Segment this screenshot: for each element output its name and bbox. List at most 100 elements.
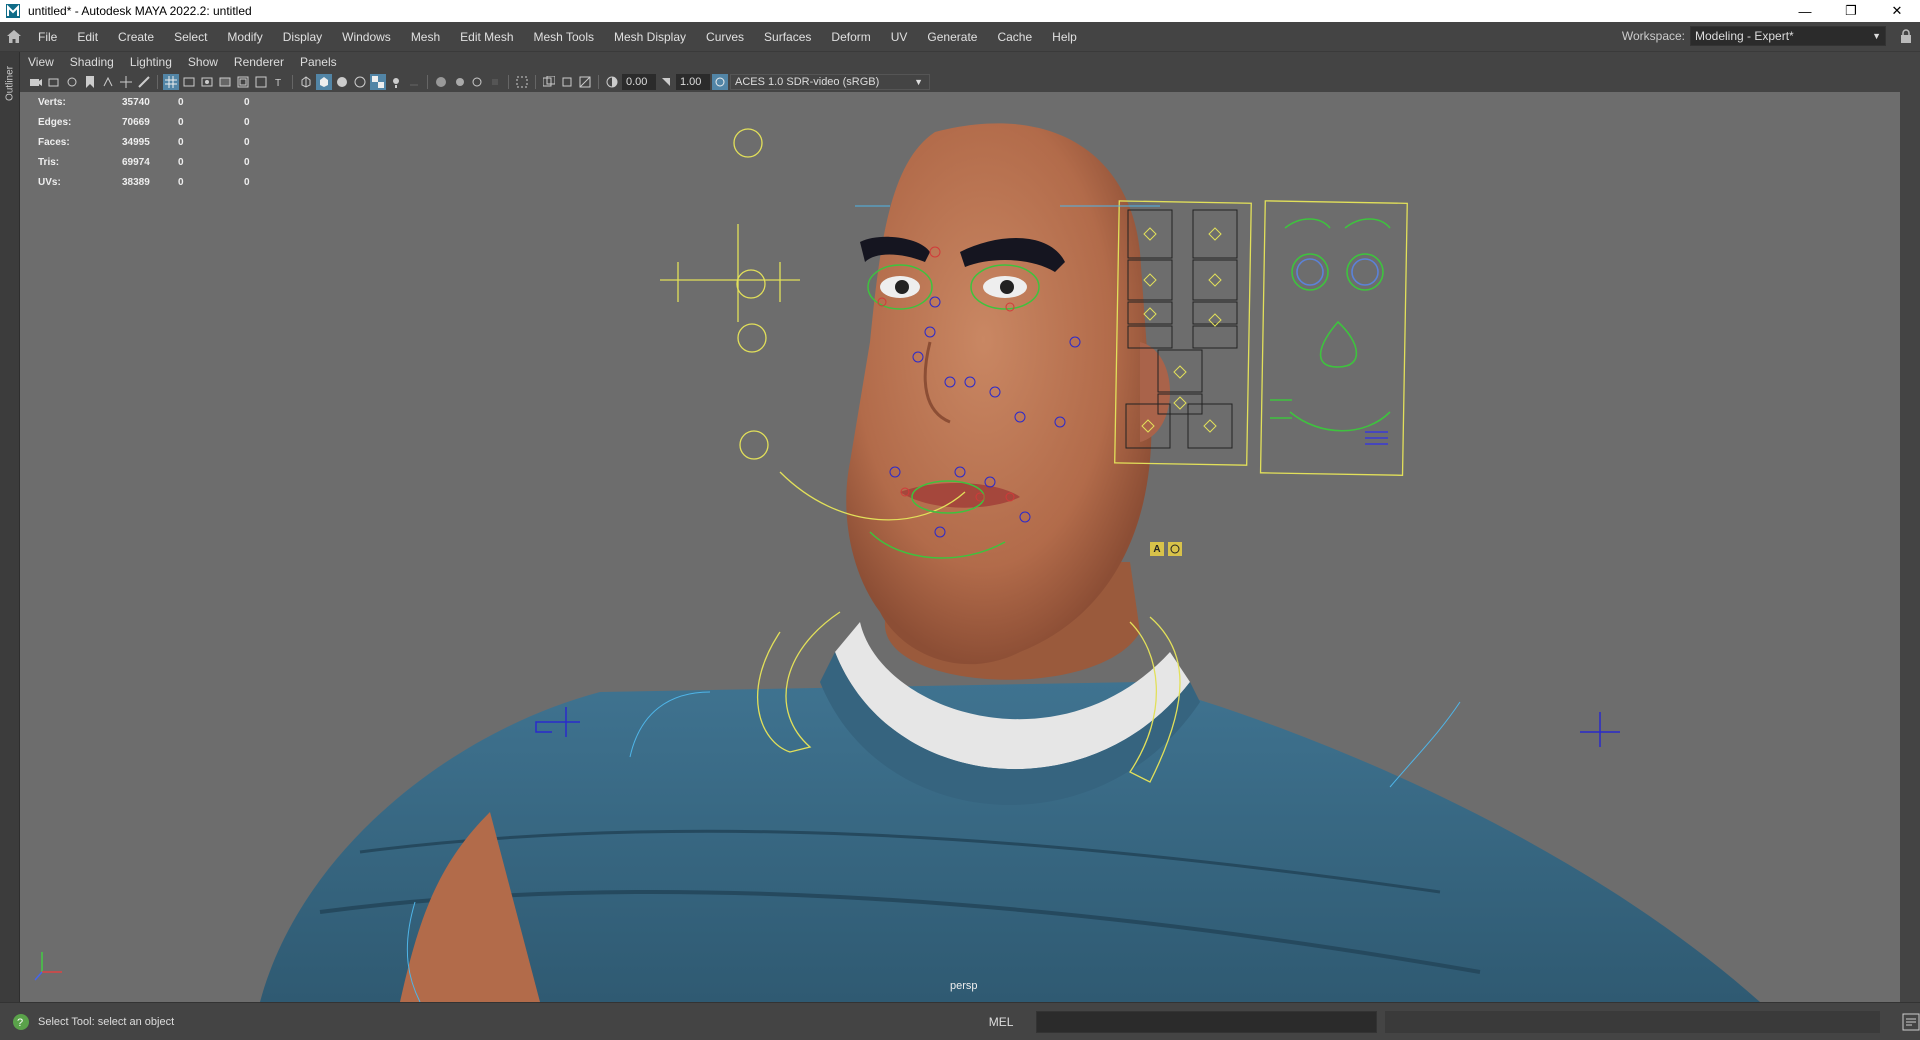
panel-menu-shading[interactable]: Shading — [62, 55, 122, 69]
safe-action-icon[interactable] — [253, 74, 269, 90]
camera-icon[interactable] — [28, 74, 44, 90]
backface-culling-icon[interactable] — [577, 74, 593, 90]
camera-attributes-icon[interactable] — [64, 74, 80, 90]
title-bar: untitled* - Autodesk MAYA 2022.2: untitl… — [0, 0, 1920, 22]
view-transform-value: ACES 1.0 SDR-video (sRGB) — [735, 76, 880, 88]
panel-menu-view[interactable]: View — [20, 55, 62, 69]
image-plane-icon[interactable] — [100, 74, 116, 90]
wireframe-icon[interactable] — [298, 74, 314, 90]
toolbar-divider — [508, 75, 509, 89]
panel-menu-show[interactable]: Show — [180, 55, 226, 69]
poly-count-hud: Verts: 35740 0 0 Edges: 70669 0 0 Faces:… — [38, 92, 310, 192]
close-icon[interactable]: ✕ — [1874, 0, 1920, 22]
hud-row-edges: Edges: 70669 0 0 — [38, 116, 250, 128]
field-chart-icon[interactable] — [235, 74, 251, 90]
safe-title-icon[interactable]: T — [271, 74, 287, 90]
workspace-value: Modeling - Expert* — [1695, 29, 1794, 43]
face-panel-smile-icon[interactable] — [1168, 542, 1182, 556]
toolbar-divider — [427, 75, 428, 89]
menu-help[interactable]: Help — [1042, 22, 1087, 52]
gate-mask-icon[interactable] — [217, 74, 233, 90]
menu-surfaces[interactable]: Surfaces — [754, 22, 821, 52]
panel-menubar: View Shading Lighting Show Renderer Pane… — [20, 52, 1900, 72]
default-material-icon[interactable] — [334, 74, 350, 90]
restore-icon[interactable]: ❐ — [1828, 0, 1874, 22]
help-line-text: Select Tool: select an object — [38, 1015, 175, 1028]
menu-windows[interactable]: Windows — [332, 22, 401, 52]
chevron-down-icon: ▼ — [914, 77, 923, 87]
mel-label[interactable]: MEL — [989, 1015, 1037, 1029]
motion-blur-icon[interactable] — [451, 74, 467, 90]
panel-toolbar: T 0.00 1.00 ACES 1.0 SDR-video (sRGB) ▼ — [20, 72, 1900, 92]
shadows-icon[interactable] — [406, 74, 422, 90]
hud-row-verts: Verts: 35740 0 0 — [38, 96, 250, 108]
menu-edit-mesh[interactable]: Edit Mesh — [450, 22, 523, 52]
viewport-persp[interactable]: Verts: 35740 0 0 Edges: 70669 0 0 Faces:… — [20, 92, 1900, 1002]
menu-display[interactable]: Display — [273, 22, 332, 52]
help-check-icon: ? — [12, 1013, 30, 1031]
anti-aliasing-icon[interactable] — [469, 74, 485, 90]
panel-menu-lighting[interactable]: Lighting — [122, 55, 180, 69]
exposure-icon[interactable] — [604, 74, 620, 90]
menu-file[interactable]: File — [28, 22, 67, 52]
command-result-field — [1384, 1010, 1880, 1033]
home-icon[interactable] — [0, 22, 28, 52]
depth-of-field-icon[interactable] — [487, 74, 503, 90]
window-title: untitled* - Autodesk MAYA 2022.2: untitl… — [28, 4, 252, 18]
command-line-input[interactable] — [1036, 1010, 1377, 1033]
gamma-icon[interactable] — [658, 74, 674, 90]
screen-space-ao-icon[interactable] — [433, 74, 449, 90]
exposure-field[interactable]: 0.00 — [622, 74, 656, 90]
resolution-gate-icon[interactable] — [199, 74, 215, 90]
workspace-dropdown[interactable]: Modeling - Expert* ▼ — [1690, 26, 1886, 46]
isolate-select-icon[interactable] — [514, 74, 530, 90]
hud-row-tris: Tris: 69974 0 0 — [38, 156, 250, 168]
menu-uv[interactable]: UV — [881, 22, 918, 52]
film-gate-icon[interactable] — [181, 74, 197, 90]
menu-generate[interactable]: Generate — [917, 22, 987, 52]
menu-select[interactable]: Select — [164, 22, 217, 52]
face-panel-a-button[interactable]: A — [1150, 542, 1164, 556]
hud-row-uvs: UVs: 38389 0 0 — [38, 176, 250, 188]
menu-cache[interactable]: Cache — [987, 22, 1042, 52]
grid-icon[interactable] — [163, 74, 179, 90]
menu-edit[interactable]: Edit — [67, 22, 108, 52]
use-all-lights-icon[interactable] — [388, 74, 404, 90]
menu-deform[interactable]: Deform — [821, 22, 880, 52]
main-menubar: File Edit Create Select Modify Display W… — [0, 22, 1920, 52]
wireframe-on-shaded-icon[interactable] — [352, 74, 368, 90]
menu-mesh[interactable]: Mesh — [401, 22, 450, 52]
svg-text:?: ? — [17, 1017, 23, 1029]
scene-render — [34, 123, 1760, 1002]
bookmark-icon[interactable] — [82, 74, 98, 90]
menu-mesh-tools[interactable]: Mesh Tools — [524, 22, 604, 52]
toolbar-divider — [535, 75, 536, 89]
camera-lock-icon[interactable] — [46, 74, 62, 90]
xray-joints-icon[interactable] — [559, 74, 575, 90]
gamma-field[interactable]: 1.00 — [676, 74, 710, 90]
minimize-icon[interactable]: — — [1782, 0, 1828, 22]
textured-icon[interactable] — [370, 74, 386, 90]
script-editor-icon[interactable] — [1902, 1013, 1920, 1031]
lock-icon[interactable] — [1900, 29, 1912, 46]
svg-text:T: T — [275, 78, 281, 88]
menu-create[interactable]: Create — [108, 22, 164, 52]
panel-menu-panels[interactable]: Panels — [292, 55, 345, 69]
face-panel-features — [1270, 218, 1391, 445]
view-transform-dropdown[interactable]: ACES 1.0 SDR-video (sRGB) ▼ — [730, 74, 930, 90]
smooth-shade-icon[interactable] — [316, 74, 332, 90]
menu-modify[interactable]: Modify — [217, 22, 272, 52]
panel-menu-renderer[interactable]: Renderer — [226, 55, 292, 69]
outliner-tab[interactable]: Outliner — [2, 58, 18, 108]
menu-mesh-display[interactable]: Mesh Display — [604, 22, 696, 52]
toolbar-divider — [157, 75, 158, 89]
chevron-down-icon: ▼ — [1872, 31, 1881, 41]
hud-row-faces: Faces: 34995 0 0 — [38, 136, 250, 148]
workspace-group: Workspace: Modeling - Expert* ▼ — [1622, 26, 1886, 46]
two-d-pan-icon[interactable] — [118, 74, 134, 90]
grease-pencil-icon[interactable] — [136, 74, 152, 90]
menu-curves[interactable]: Curves — [696, 22, 754, 52]
xray-icon[interactable] — [541, 74, 557, 90]
toolbar-divider — [598, 75, 599, 89]
color-management-icon[interactable] — [712, 74, 728, 90]
